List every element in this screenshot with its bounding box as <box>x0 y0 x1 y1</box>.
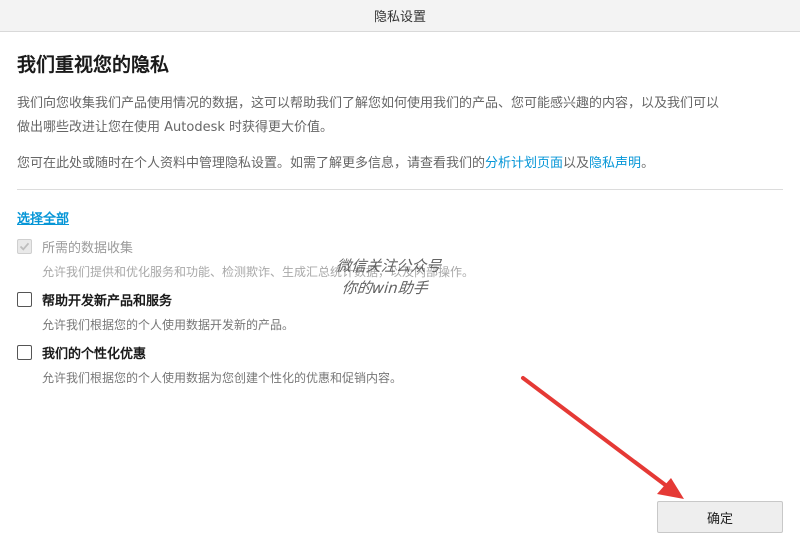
manage-text-between: 以及 <box>563 156 590 171</box>
intro-line-2: 做出哪些改进让您在使用 Autodesk 时获得更大价值。 <box>17 120 333 135</box>
personalized-offers-checkbox[interactable] <box>17 344 32 360</box>
develop-products-checkbox[interactable] <box>17 291 32 307</box>
page-title: 我们重视您的隐私 <box>17 54 170 76</box>
ok-button[interactable]: 确定 <box>657 501 783 533</box>
watermark-line-2: 你的win助手 <box>340 279 429 297</box>
check-icon <box>19 242 30 251</box>
option-personalized-offers: 我们的个性化优惠 允许我们根据您的个人使用数据为您创建个性化的优惠和促销内容。 <box>17 342 402 386</box>
option-description: 允许我们根据您的个人使用数据开发新的产品。 <box>42 318 295 332</box>
option-develop-products: 帮助开发新产品和服务 允许我们根据您的个人使用数据开发新的产品。 <box>17 289 294 333</box>
divider <box>17 189 783 190</box>
privacy-statement-link[interactable]: 隐私声明 <box>589 156 641 171</box>
analytics-plan-link[interactable]: 分析计划页面 <box>485 156 563 171</box>
window-titlebar: 隐私设置 <box>0 0 800 32</box>
watermark: 微信关注公众号 你的win助手 <box>333 255 488 299</box>
option-label[interactable]: 我们的个性化优惠 <box>42 343 146 362</box>
intro-line-1: 我们向您收集我们产品使用情况的数据，这可以帮助我们了解您如何使用我们的产品、您可… <box>17 96 720 111</box>
select-all-link[interactable]: 选择全部 <box>17 208 69 227</box>
window-title: 隐私设置 <box>373 10 426 25</box>
intro-paragraph: 我们向您收集我们产品使用情况的数据，这可以帮助我们了解您如何使用我们的产品、您可… <box>17 92 783 140</box>
manage-paragraph: 您可在此处或随时在个人资料中管理隐私设置。如需了解更多信息，请查看我们的分析计划… <box>17 152 783 176</box>
option-label: 所需的数据收集 <box>42 240 134 256</box>
option-description: 允许我们根据您的个人使用数据为您创建个性化的优惠和促销内容。 <box>42 371 403 385</box>
manage-text-suffix: 。 <box>641 156 655 171</box>
required-data-checkbox <box>17 238 32 254</box>
watermark-line-1: 微信关注公众号 <box>335 257 443 275</box>
option-label[interactable]: 帮助开发新产品和服务 <box>42 290 172 309</box>
manage-text-prefix: 您可在此处或随时在个人资料中管理隐私设置。如需了解更多信息，请查看我们的 <box>17 156 486 171</box>
